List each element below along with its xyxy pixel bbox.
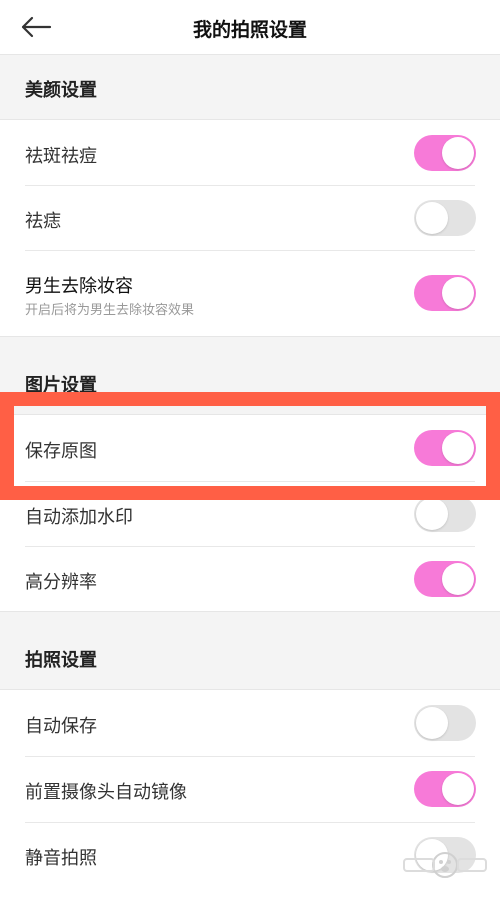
toggle-switch[interactable] — [414, 430, 476, 466]
toggle-knob — [442, 137, 474, 169]
setting-label: 祛痣 — [25, 211, 61, 232]
setting-description: 开启后将为男生去除妆容效果 — [25, 303, 195, 318]
setting-label: 祛斑祛痘 — [25, 146, 97, 167]
setting-label: 高分辨率 — [25, 572, 97, 593]
setting-row: 祛斑祛痘 — [0, 120, 500, 185]
toggle-knob — [416, 707, 448, 739]
setting-label: 自动保存 — [25, 716, 97, 737]
setting-label: 静音拍照 — [25, 848, 97, 869]
settings-group-image: 保存原图 自动添加水印 高分辨率 — [0, 414, 500, 612]
setting-row: 高分辨率 — [0, 546, 500, 611]
setting-label: 自动添加水印 — [25, 507, 133, 528]
toggle-knob — [442, 773, 474, 805]
section-title-camera: 拍照设置 — [25, 650, 97, 671]
setting-label: 前置摄像头自动镜像 — [25, 782, 187, 803]
setting-row: 男生去除妆容 开启后将为男生去除妆容效果 — [0, 250, 500, 336]
setting-label: 男生去除妆容 — [25, 276, 133, 297]
top-bar: 我的拍照设置 — [0, 0, 500, 55]
setting-row: 自动保存 — [0, 690, 500, 756]
setting-row: 保存原图 — [0, 415, 500, 481]
toggle-knob — [416, 202, 448, 234]
toggle-switch[interactable] — [414, 561, 476, 597]
setting-row: 祛痣 — [0, 185, 500, 250]
section-title-beauty: 美颜设置 — [25, 80, 97, 101]
toggle-knob — [442, 277, 474, 309]
toggle-switch[interactable] — [414, 496, 476, 532]
settings-group-beauty: 祛斑祛痘 祛痣 男生去除妆容 开启后将为男生去除妆容效果 — [0, 119, 500, 337]
toggle-switch[interactable] — [414, 135, 476, 171]
toggle-switch[interactable] — [414, 771, 476, 807]
toggle-switch[interactable] — [414, 275, 476, 311]
setting-row: 前置摄像头自动镜像 — [0, 756, 500, 822]
setting-row: 自动添加水印 — [0, 481, 500, 546]
toggle-switch[interactable] — [414, 705, 476, 741]
toggle-knob — [442, 432, 474, 464]
toggle-knob — [416, 498, 448, 530]
watermark-logo — [403, 852, 487, 878]
page-title: 我的拍照设置 — [192, 19, 307, 41]
toggle-switch[interactable] — [414, 200, 476, 236]
toggle-knob — [442, 563, 474, 595]
setting-label: 保存原图 — [25, 441, 97, 462]
section-title-image: 图片设置 — [25, 375, 97, 396]
